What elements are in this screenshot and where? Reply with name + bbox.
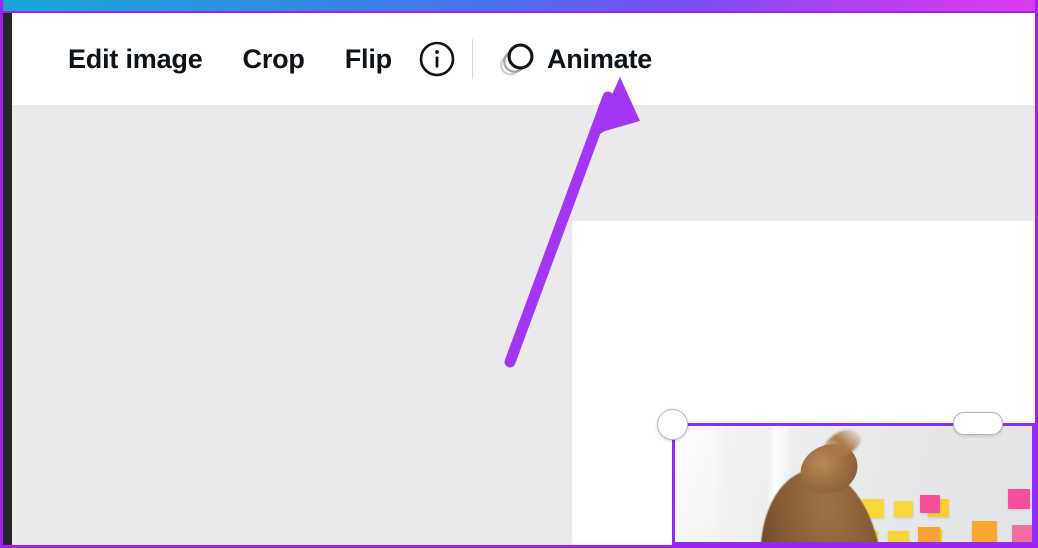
edit-image-label: Edit image bbox=[68, 43, 203, 74]
toolbar-divider bbox=[471, 39, 473, 79]
selected-image[interactable] bbox=[672, 423, 1035, 545]
sticky-note bbox=[888, 531, 909, 545]
sticky-note bbox=[918, 527, 940, 545]
top-gradient-bar bbox=[0, 0, 1038, 13]
sticky-note bbox=[1008, 489, 1030, 509]
corner-resize-handle[interactable] bbox=[657, 409, 688, 440]
frame-edge-under-gradient bbox=[0, 11, 1038, 13]
sticky-note bbox=[920, 495, 940, 513]
canva-editor-screenshot: Edit image Crop Flip Animate bbox=[0, 0, 1038, 548]
animate-stacked-circles-icon bbox=[495, 37, 539, 81]
animate-label: Animate bbox=[546, 43, 653, 74]
image-toolbar: Edit image Crop Flip Animate bbox=[12, 13, 1035, 105]
info-circle-icon bbox=[419, 41, 455, 77]
edit-image-button[interactable]: Edit image bbox=[54, 36, 217, 82]
crop-button[interactable]: Crop bbox=[229, 36, 319, 82]
animate-button[interactable]: Animate bbox=[491, 36, 662, 82]
info-button[interactable] bbox=[414, 36, 460, 82]
sticky-note bbox=[972, 521, 997, 543]
gradient-fill bbox=[3, 0, 1035, 11]
flip-label: Flip bbox=[344, 43, 392, 74]
crop-label: Crop bbox=[242, 43, 305, 74]
app-left-rail bbox=[3, 13, 12, 545]
window-glow bbox=[672, 423, 720, 545]
sticky-note bbox=[894, 501, 913, 517]
sticky-note bbox=[1012, 525, 1032, 544]
photo-whiteboard-sticky-notes bbox=[672, 423, 1035, 545]
flip-button[interactable]: Flip bbox=[331, 36, 406, 82]
edge-resize-handle[interactable] bbox=[953, 412, 1003, 435]
